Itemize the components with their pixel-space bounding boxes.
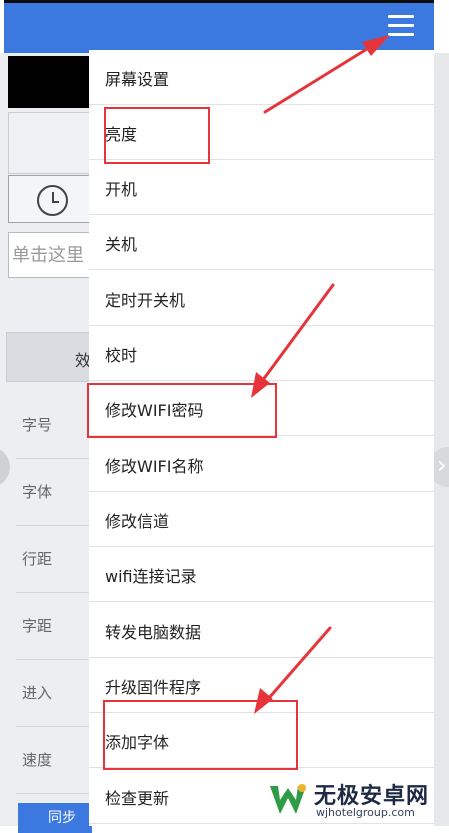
menu-item-time-sync[interactable]: 校时 — [89, 326, 434, 381]
preview-panel — [8, 112, 94, 174]
menu-item-add-font[interactable]: 添加字体 — [89, 713, 434, 768]
right-edge — [434, 53, 449, 826]
row-label: 进入 — [16, 660, 92, 727]
menu-item-label: 定时开关机 — [105, 291, 186, 310]
menu-item-brightness[interactable]: 亮度 — [89, 105, 434, 160]
hamburger-menu-icon[interactable] — [388, 15, 414, 37]
watermark-url: wjhotelgroup.com — [316, 806, 415, 819]
menu-item-label: 添加字体 — [105, 733, 170, 752]
menu-item-label: 修改WIFI密码 — [105, 401, 204, 420]
background-page: 单击这里 效 字号 字体 行距 字距 进入 速度 同步 — [0, 53, 96, 833]
row-label: 字号 — [16, 392, 92, 459]
menu-item-forward-pc-data[interactable]: 转发电脑数据 — [89, 603, 434, 658]
menu-item-label: 屏幕设置 — [105, 70, 170, 89]
clock-button[interactable] — [8, 175, 94, 223]
menu-item-label: 检查更新 — [105, 789, 170, 808]
menu-item-change-wifi-name[interactable]: 修改WIFI名称 — [89, 437, 434, 492]
menu-item-label: 校时 — [105, 346, 138, 365]
watermark-logo-icon — [270, 784, 306, 814]
menu-item-wifi-connection-log[interactable]: wifi连接记录 — [89, 547, 434, 602]
menu-item-label: 开机 — [105, 180, 138, 199]
menu-item-label: 修改WIFI名称 — [105, 457, 204, 476]
menu-item-label: 升级固件程序 — [105, 678, 202, 697]
row-label: 字体 — [16, 459, 92, 526]
menu-item-screen-settings[interactable]: 屏幕设置 — [89, 50, 434, 105]
menu-item-label: 关机 — [105, 235, 138, 254]
clock-icon — [37, 185, 68, 216]
menu-item-label: 修改信道 — [105, 512, 170, 531]
text-input[interactable]: 单击这里 — [8, 232, 92, 278]
row-label: 速度 — [16, 727, 92, 794]
sync-button[interactable]: 同步 — [18, 803, 92, 833]
menu-item-change-channel[interactable]: 修改信道 — [89, 492, 434, 547]
menu-item-upgrade-firmware[interactable]: 升级固件程序 — [89, 658, 434, 713]
menu-item-scheduled-power[interactable]: 定时开关机 — [89, 271, 434, 326]
menu-item-change-wifi-password[interactable]: 修改WIFI密码 — [89, 381, 434, 436]
dropdown-menu: 屏幕设置 亮度 开机 关机 定时开关机 校时 修改WIFI密码 修改WIFI名称… — [89, 50, 434, 826]
menu-item-power-off[interactable]: 关机 — [89, 215, 434, 270]
menu-item-label: 亮度 — [105, 125, 138, 144]
table-header: 效 — [6, 332, 92, 382]
row-label: 字距 — [16, 593, 92, 660]
menu-item-label: 转发电脑数据 — [105, 623, 202, 642]
menu-item-label: wifi连接记录 — [105, 567, 197, 586]
row-label: 行距 — [16, 526, 92, 593]
watermark: 无极安卓网 wjhotelgroup.com — [262, 772, 449, 826]
menu-item-power-on[interactable]: 开机 — [89, 160, 434, 215]
top-bar — [4, 0, 434, 53]
settings-rows: 字号 字体 行距 字距 进入 速度 — [16, 392, 92, 794]
preview-screen — [8, 56, 92, 108]
